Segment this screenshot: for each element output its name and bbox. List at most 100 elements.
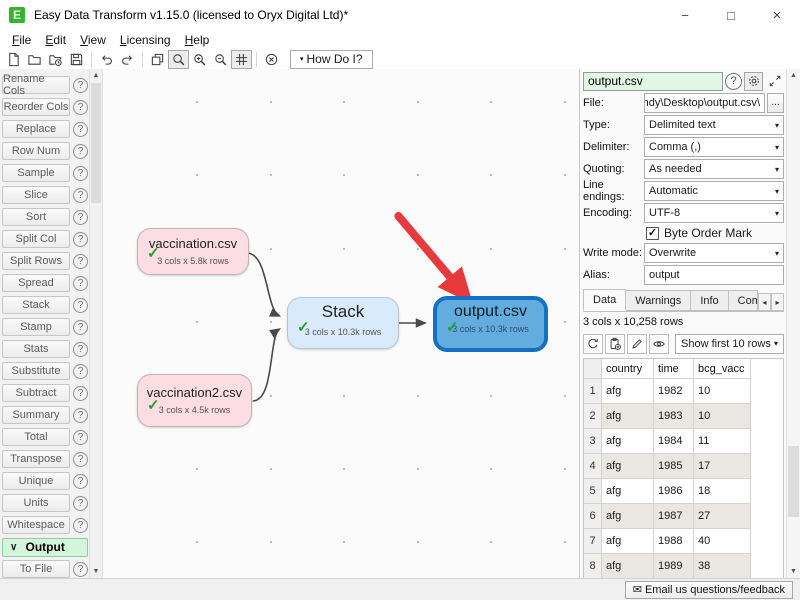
- open-file-button[interactable]: [24, 50, 45, 69]
- cell[interactable]: afg: [602, 429, 654, 454]
- help-icon[interactable]: ?: [73, 562, 88, 577]
- menu-edit[interactable]: Edit: [38, 32, 73, 48]
- pan-zoom-button[interactable]: [168, 50, 189, 69]
- view-eye-button[interactable]: [649, 334, 669, 354]
- settings-gear-button[interactable]: [744, 72, 763, 91]
- duplicate-button[interactable]: [147, 50, 168, 69]
- sidebar-item-stamp[interactable]: Stamp: [2, 318, 70, 336]
- sidebar-item-stats[interactable]: Stats: [2, 340, 70, 358]
- cell[interactable]: afg: [602, 529, 654, 554]
- tab-scroll-left-icon[interactable]: ◂: [758, 293, 771, 311]
- tab-warnings[interactable]: Warnings: [626, 290, 691, 311]
- cell[interactable]: 1989: [654, 554, 694, 579]
- close-button[interactable]: ×: [754, 0, 800, 30]
- cell[interactable]: 1986: [654, 479, 694, 504]
- column-header-country[interactable]: country: [602, 359, 654, 379]
- zoom-out-button[interactable]: [210, 50, 231, 69]
- help-icon[interactable]: ?: [73, 78, 88, 93]
- maximize-button[interactable]: □: [708, 0, 754, 30]
- cell[interactable]: afg: [602, 404, 654, 429]
- new-file-button[interactable]: [3, 50, 24, 69]
- show-rows-select[interactable]: Show first 10 rows ▾: [675, 334, 784, 354]
- checkbox-byte-order-mark[interactable]: ✓: [646, 227, 659, 240]
- sidebar-item-sample[interactable]: Sample: [2, 164, 70, 182]
- encoding-select[interactable]: UTF-8▾: [644, 203, 784, 223]
- scroll-up-icon[interactable]: ▲: [90, 69, 102, 82]
- menu-licensing[interactable]: Licensing: [113, 32, 178, 48]
- email-feedback-button[interactable]: ✉ Email us questions/feedback: [625, 581, 793, 599]
- sidebar-item-transpose[interactable]: Transpose: [2, 450, 70, 468]
- scrollbar-thumb[interactable]: [788, 446, 799, 517]
- tab-com[interactable]: Com: [729, 290, 758, 311]
- help-icon[interactable]: ?: [73, 342, 88, 357]
- expand-panel-button[interactable]: [765, 72, 784, 91]
- write-mode-select[interactable]: Overwrite▾: [644, 243, 784, 263]
- open-recent-button[interactable]: [45, 50, 66, 69]
- minimize-button[interactable]: −: [662, 0, 708, 30]
- help-icon[interactable]: ?: [73, 386, 88, 401]
- sidebar-item-units[interactable]: Units: [2, 494, 70, 512]
- scrollbar-thumb[interactable]: [91, 83, 101, 203]
- sidebar-item-summary[interactable]: Summary: [2, 406, 70, 424]
- copy-table-button[interactable]: [605, 334, 625, 354]
- menu-file[interactable]: File: [5, 32, 38, 48]
- help-button[interactable]: ?: [725, 73, 742, 90]
- node-vaccination2-csv[interactable]: ✓ vaccination2.csv 3 cols x 4.5k rows: [137, 374, 252, 427]
- sidebar-item-stack[interactable]: Stack: [2, 296, 70, 314]
- cell[interactable]: 1983: [654, 404, 694, 429]
- cell[interactable]: afg: [602, 379, 654, 404]
- cell[interactable]: 1985: [654, 454, 694, 479]
- menu-view[interactable]: View: [73, 32, 113, 48]
- help-icon[interactable]: ?: [73, 496, 88, 511]
- help-icon[interactable]: ?: [73, 122, 88, 137]
- cell[interactable]: 1982: [654, 379, 694, 404]
- cell[interactable]: 38: [694, 554, 751, 579]
- sidebar-scrollbar[interactable]: ▲ ▼: [89, 69, 102, 578]
- sidebar-item-substitute[interactable]: Substitute: [2, 362, 70, 380]
- cell[interactable]: 27: [694, 504, 751, 529]
- sidebar-item-split-rows[interactable]: Split Rows: [2, 252, 70, 270]
- sidebar-item-to-file[interactable]: To File: [2, 560, 70, 578]
- scroll-down-icon[interactable]: ▼: [787, 565, 800, 578]
- help-icon[interactable]: ?: [73, 320, 88, 335]
- help-icon[interactable]: ?: [73, 298, 88, 313]
- sidebar-item-split-col[interactable]: Split Col: [2, 230, 70, 248]
- help-icon[interactable]: ?: [73, 518, 88, 533]
- refresh-button[interactable]: [583, 334, 603, 354]
- cell[interactable]: 1984: [654, 429, 694, 454]
- node-output-csv[interactable]: ✓ output.csv 3 cols x 10.3k rows: [433, 296, 548, 352]
- help-icon[interactable]: ?: [73, 144, 88, 159]
- help-icon[interactable]: ?: [73, 232, 88, 247]
- save-button[interactable]: [66, 50, 87, 69]
- scroll-up-icon[interactable]: ▲: [787, 69, 800, 82]
- cell[interactable]: 17: [694, 454, 751, 479]
- sidebar-item-total[interactable]: Total: [2, 428, 70, 446]
- help-icon[interactable]: ?: [73, 408, 88, 423]
- panel-scrollbar[interactable]: ▲ ▼: [786, 69, 800, 578]
- cell[interactable]: 18: [694, 479, 751, 504]
- browse-button[interactable]: ...: [767, 93, 784, 113]
- cell[interactable]: afg: [602, 504, 654, 529]
- tab-info[interactable]: Info: [691, 290, 728, 311]
- sidebar-item-rename-cols[interactable]: Rename Cols: [2, 76, 70, 94]
- sidebar-item-sort[interactable]: Sort: [2, 208, 70, 226]
- sidebar-item-unique[interactable]: Unique: [2, 472, 70, 490]
- tab-data[interactable]: Data: [583, 289, 626, 311]
- alias-input[interactable]: output: [644, 265, 784, 285]
- cancel-button[interactable]: [261, 50, 282, 69]
- help-icon[interactable]: ?: [73, 166, 88, 181]
- delimiter-select[interactable]: Comma (,)▾: [644, 137, 784, 157]
- sidebar-item-reorder-cols[interactable]: Reorder Cols: [2, 98, 70, 116]
- line-endings-select[interactable]: Automatic▾: [644, 181, 784, 201]
- help-icon[interactable]: ?: [73, 100, 88, 115]
- cell[interactable]: 1988: [654, 529, 694, 554]
- column-header-bcg-vacc[interactable]: bcg_vacc: [694, 359, 751, 379]
- cell[interactable]: afg: [602, 454, 654, 479]
- cell[interactable]: 11: [694, 429, 751, 454]
- node-stack[interactable]: ✓ Stack 3 cols x 10.3k rows: [287, 297, 399, 349]
- tab-scroll-right-icon[interactable]: ▸: [771, 293, 784, 311]
- help-icon[interactable]: ?: [73, 188, 88, 203]
- help-icon[interactable]: ?: [73, 430, 88, 445]
- sidebar-item-spread[interactable]: Spread: [2, 274, 70, 292]
- sidebar-item-subtract[interactable]: Subtract: [2, 384, 70, 402]
